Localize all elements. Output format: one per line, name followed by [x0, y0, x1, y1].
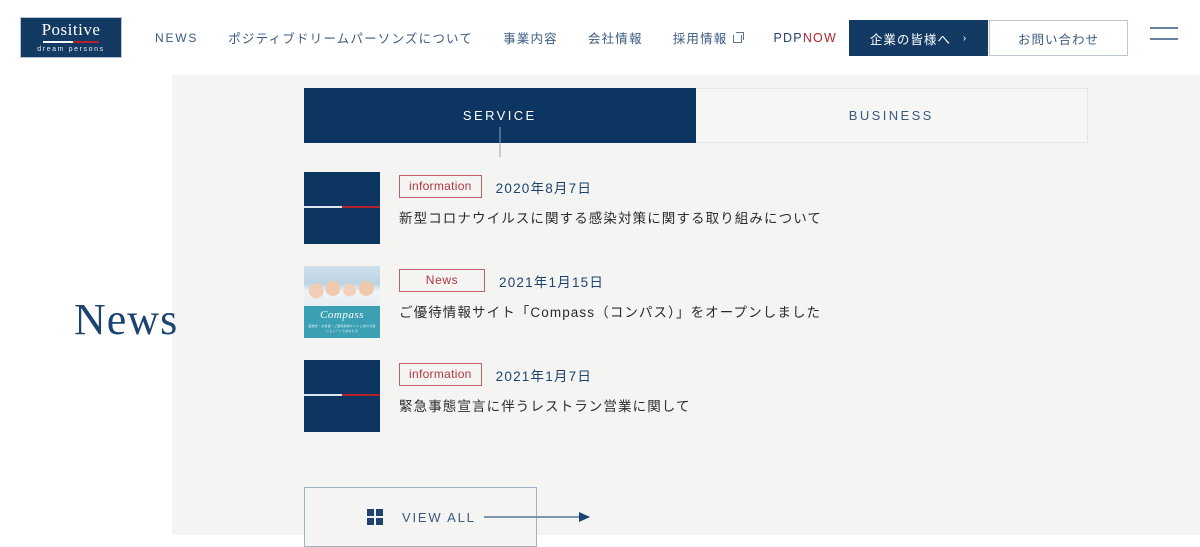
- nav-item-news[interactable]: NEWS: [155, 31, 198, 45]
- hamburger-menu-icon[interactable]: [1150, 27, 1178, 45]
- nav-item-label: NEWS: [155, 30, 199, 45]
- nav-item-label: 採用情報: [672, 32, 728, 46]
- nav-item-label: ポジティブドリームパーソンズについて: [228, 32, 474, 46]
- view-all-label: VIEW ALL: [402, 509, 476, 525]
- news-title: ご優待情報サイト「Compass（コンパス）」をオープンしました: [399, 305, 822, 320]
- grid-icon: [367, 509, 383, 525]
- thumbnail-rule: [304, 393, 380, 396]
- pdpnow-suffix: NOW: [802, 30, 837, 45]
- news-list: information 2020年8月7日 新型コロナウイルスに関する感染対策に…: [304, 172, 1094, 454]
- site-header: Positive dream persons NEWS ポジティブドリームパーソ…: [0, 0, 1200, 75]
- news-item-body: information 2020年8月7日 新型コロナウイルスに関する感染対策に…: [399, 172, 822, 229]
- thumbnail-script-label: Compass: [320, 308, 364, 321]
- tab-label: BUSINESS: [848, 108, 934, 123]
- thumbnail-rule: [304, 205, 380, 208]
- hamburger-line: [1150, 38, 1178, 40]
- corporate-button-label: 企業の皆様へ: [869, 32, 951, 47]
- news-date: 2020年8月7日: [495, 180, 593, 196]
- news-item-body: News 2021年1月15日 ご優待情報サイト「Compass（コンパス）」を…: [399, 266, 821, 323]
- pdpnow-prefix: PDP: [773, 30, 803, 45]
- thumbnail-photo: [304, 266, 380, 306]
- news-list-item[interactable]: information 2020年8月7日 新型コロナウイルスに関する感染対策に…: [304, 172, 1094, 244]
- status-badge: information: [399, 363, 482, 386]
- news-thumbnail: [304, 172, 380, 244]
- hamburger-line: [1150, 27, 1178, 29]
- logo-wordmark: Positive: [41, 19, 101, 39]
- status-badge: information: [399, 175, 482, 198]
- grid-cell: [376, 509, 383, 516]
- news-title: 緊急事態宣言に伴うレストラン営業に関して: [399, 399, 691, 414]
- news-list-item[interactable]: information 2021年1月7日 緊急事態宣言に伴うレストラン営業に関…: [304, 360, 1094, 432]
- news-thumbnail: [304, 360, 380, 432]
- nav-item-business[interactable]: 事業内容: [503, 28, 558, 47]
- nav-item-label: 事業内容: [503, 32, 558, 46]
- external-link-icon: [732, 32, 744, 43]
- tab-service[interactable]: SERVICE: [304, 88, 696, 157]
- news-item-meta: News 2021年1月15日: [399, 269, 821, 292]
- status-badge: News: [399, 269, 485, 292]
- nav-item-pdpnow[interactable]: PDPNOW: [774, 31, 837, 45]
- active-tab-indicator: [499, 127, 501, 157]
- arrow-right-icon: [484, 512, 590, 522]
- news-item-meta: information 2020年8月7日: [399, 175, 822, 198]
- contact-button[interactable]: お問い合わせ: [989, 20, 1128, 56]
- page-root: Positive dream persons NEWS ポジティブドリームパーソ…: [0, 0, 1200, 547]
- tab-label: SERVICE: [462, 108, 537, 123]
- nav-item-recruit[interactable]: 採用情報: [673, 28, 744, 47]
- category-tabs: SERVICE BUSINESS: [304, 88, 1088, 157]
- news-title: 新型コロナウイルスに関する感染対策に関する取り組みについて: [399, 211, 822, 226]
- chevron-right-icon: ›: [962, 32, 968, 44]
- news-item-meta: information 2021年1月7日: [399, 363, 691, 386]
- news-item-body: information 2021年1月7日 緊急事態宣言に伴うレストラン営業に関…: [399, 360, 691, 417]
- logo-tagline: dream persons: [37, 45, 105, 53]
- grid-cell: [367, 509, 374, 516]
- thumbnail-caption: 結婚式・お食事・ご優待情報サイトしあわせ感じるシーンであなたの: [308, 323, 376, 333]
- logo-rule: [43, 40, 99, 43]
- nav-item-about[interactable]: ポジティブドリームパーソンズについて: [228, 28, 473, 47]
- view-all-container: VIEW ALL: [304, 487, 824, 547]
- news-date: 2021年1月7日: [495, 368, 593, 384]
- news-list-item[interactable]: Compass 結婚式・お食事・ご優待情報サイトしあわせ感じるシーンであなたの …: [304, 266, 1094, 338]
- grid-cell: [367, 518, 374, 525]
- news-date: 2021年1月15日: [499, 274, 605, 290]
- news-thumbnail: Compass 結婚式・お食事・ご優待情報サイトしあわせ感じるシーンであなたの: [304, 266, 380, 338]
- site-logo[interactable]: Positive dream persons: [20, 17, 122, 58]
- page-title: News: [74, 295, 179, 344]
- nav-item-label: 会社情報: [587, 32, 643, 46]
- tab-business[interactable]: BUSINESS: [695, 88, 1088, 143]
- corporate-button[interactable]: 企業の皆様へ ›: [849, 20, 988, 56]
- contact-button-label: お問い合わせ: [1017, 32, 1099, 47]
- thumbnail-band: Compass 結婚式・お食事・ご優待情報サイトしあわせ感じるシーンであなたの: [304, 305, 380, 338]
- nav-item-company[interactable]: 会社情報: [588, 28, 643, 47]
- grid-cell: [376, 518, 383, 525]
- main-navigation: NEWS ポジティブドリームパーソンズについて 事業内容 会社情報 採用情報 P…: [155, 0, 837, 75]
